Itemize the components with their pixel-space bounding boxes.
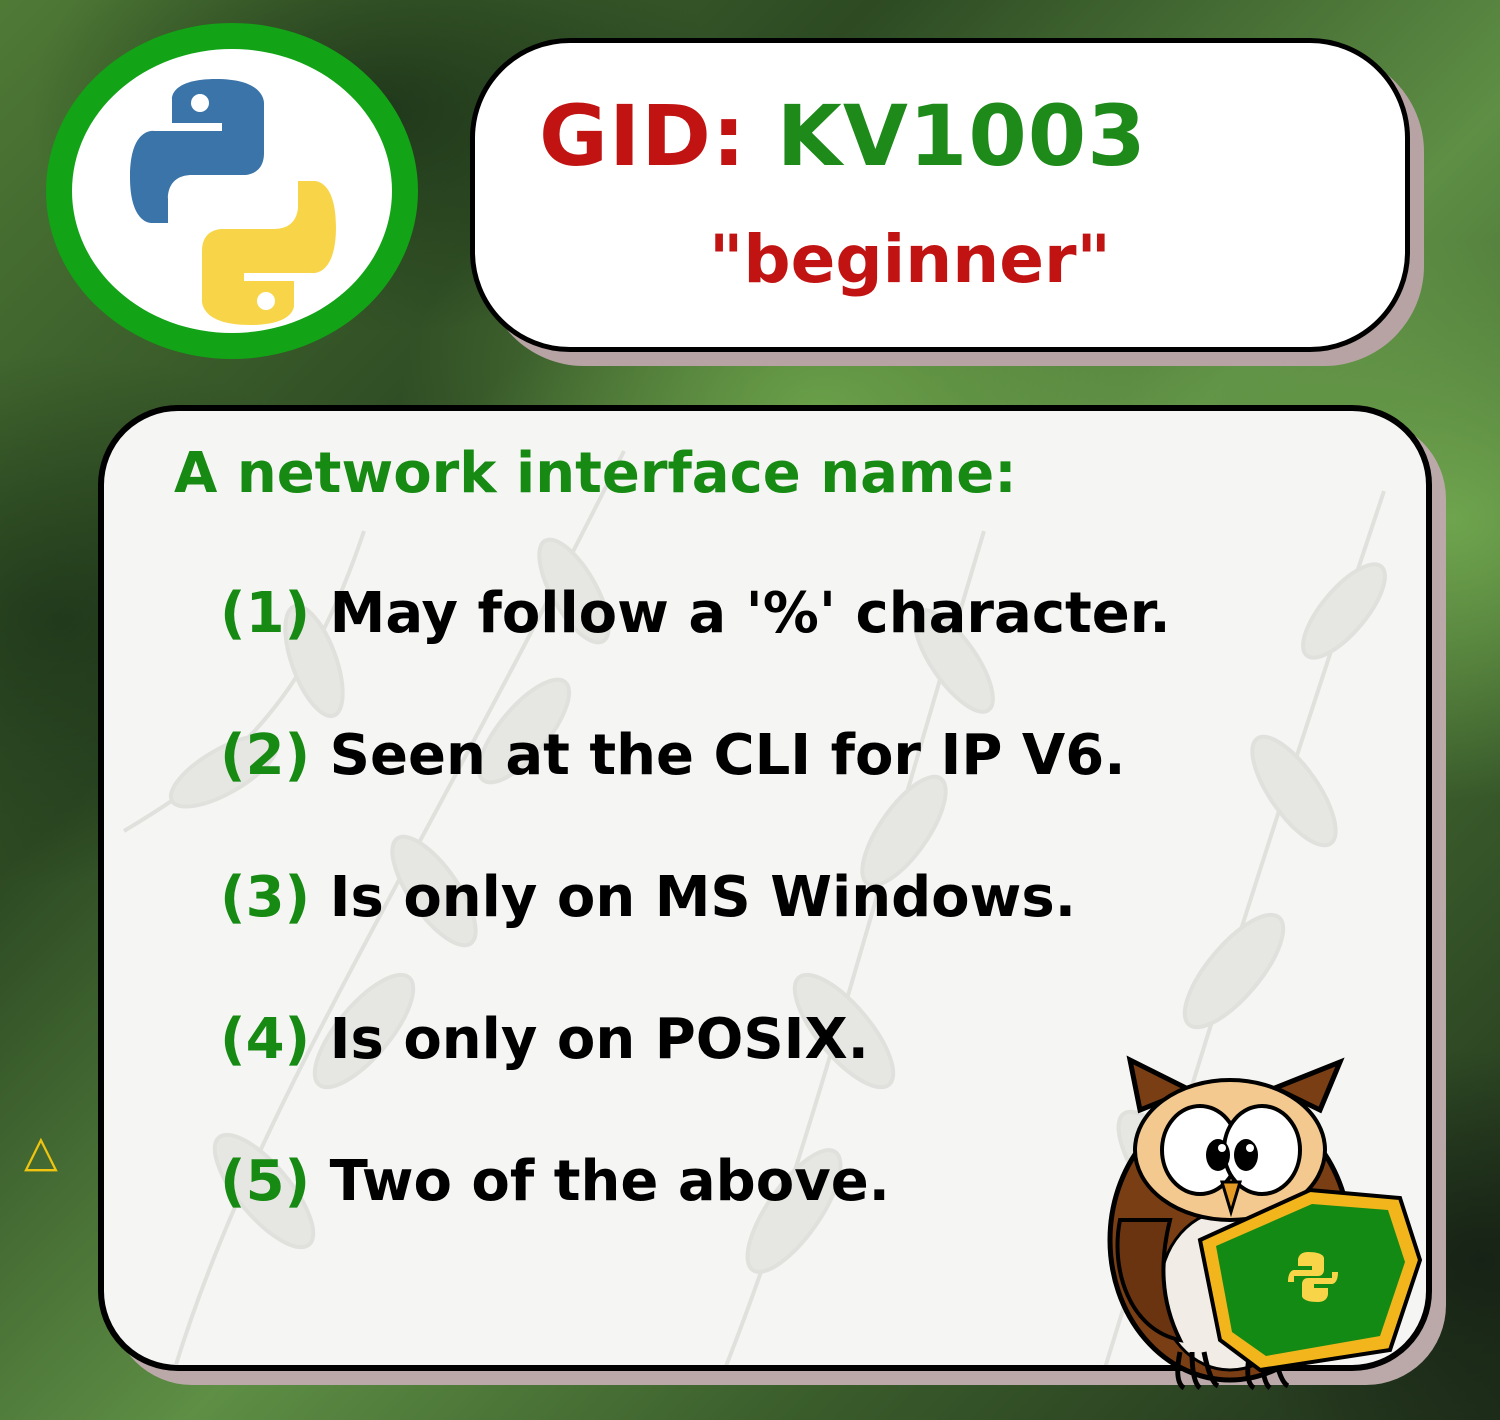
option-number: (3) bbox=[220, 865, 311, 930]
option-text: Seen at the CLI for IP V6. bbox=[329, 723, 1126, 788]
option-number: (5) bbox=[220, 1149, 311, 1214]
option-number: (1) bbox=[220, 581, 311, 646]
option-text: Two of the above. bbox=[329, 1149, 890, 1214]
answer-option-4[interactable]: (4) Is only on POSIX. bbox=[220, 1007, 869, 1072]
option-number: (2) bbox=[220, 723, 311, 788]
python-logo-icon bbox=[130, 79, 336, 325]
question-prompt: A network interface name: bbox=[174, 441, 1017, 506]
option-text: Is only on MS Windows. bbox=[329, 865, 1076, 930]
answer-option-2[interactable]: (2) Seen at the CLI for IP V6. bbox=[220, 723, 1126, 788]
title-card: GID: KV1003 "beginner" bbox=[470, 38, 1410, 352]
answer-option-3[interactable]: (3) Is only on MS Windows. bbox=[220, 865, 1076, 930]
option-number: (4) bbox=[220, 1007, 311, 1072]
triangle-mark-icon: △ bbox=[24, 1126, 58, 1177]
difficulty-level: "beginner" bbox=[709, 221, 1111, 298]
option-text: Is only on POSIX. bbox=[329, 1007, 869, 1072]
answer-option-1[interactable]: (1) May follow a '%' character. bbox=[220, 581, 1171, 646]
python-logo-badge bbox=[46, 23, 418, 359]
gid-title: GID: KV1003 bbox=[539, 87, 1147, 185]
answer-option-5[interactable]: (5) Two of the above. bbox=[220, 1149, 890, 1214]
option-text: May follow a '%' character. bbox=[329, 581, 1171, 646]
owl-mascot-icon bbox=[1107, 1055, 1423, 1390]
gid-prefix: GID: bbox=[539, 87, 747, 185]
gid-code: KV1003 bbox=[776, 87, 1147, 185]
